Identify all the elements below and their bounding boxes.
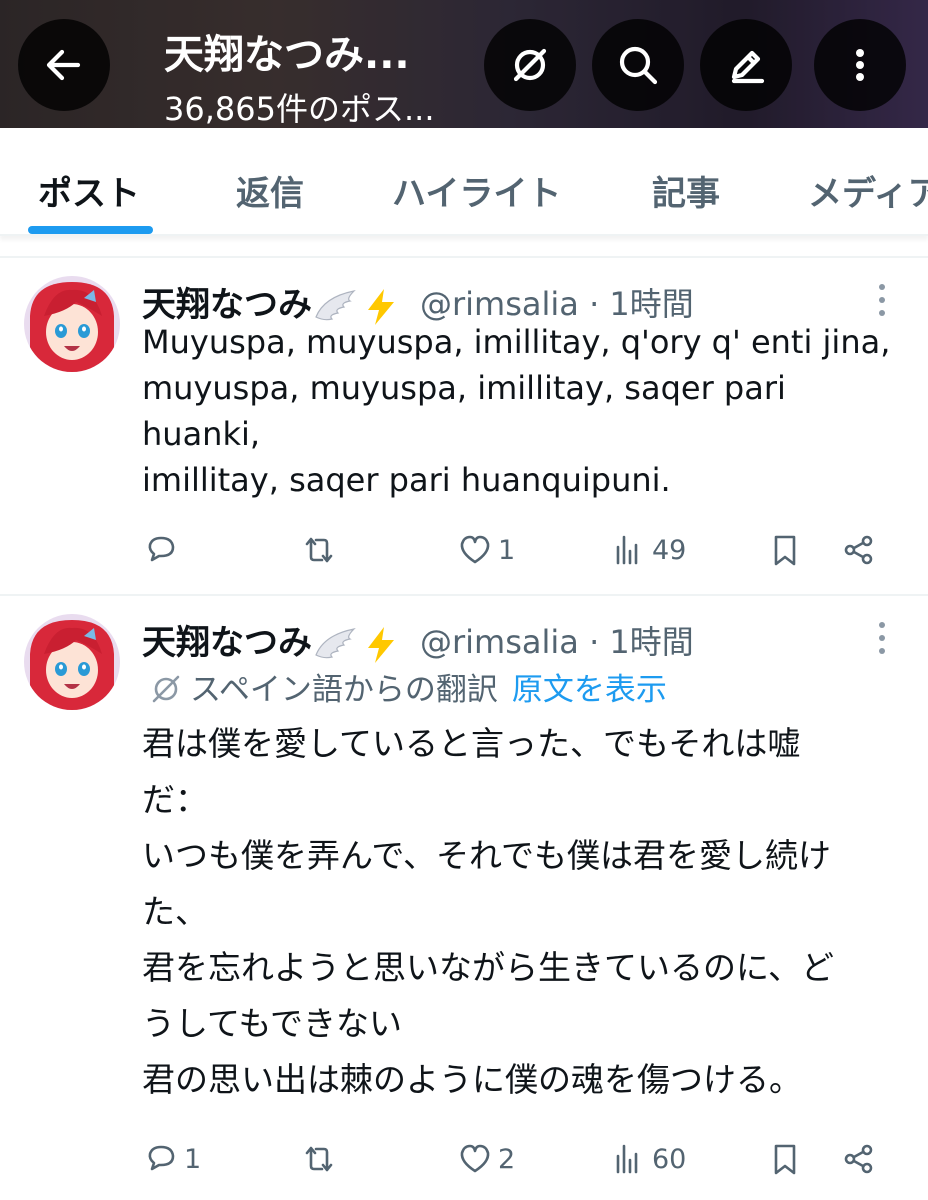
avatar[interactable] (24, 614, 120, 710)
post-text: Muyuspa, muyuspa, imillitay, q'ory q' en… (142, 319, 912, 503)
tab-highlights[interactable]: ハイライト (392, 166, 561, 215)
lightning-icon (368, 626, 394, 663)
profile-title: 天翔なつみ... (164, 32, 410, 78)
tab-posts[interactable]: ポスト (38, 166, 140, 215)
divider (0, 256, 928, 258)
search-icon (619, 46, 658, 85)
tab-articles[interactable]: 記事 (652, 166, 720, 215)
views-icon (616, 1144, 638, 1174)
post-text-line: いつも僕を弄んで、それでも僕は君を愛し続け (142, 836, 832, 875)
translation-notice: スペイン語からの翻訳 原文を表示 (150, 664, 667, 709)
grok-button[interactable] (484, 19, 576, 111)
like-count: 1 (498, 534, 516, 566)
views-icon (616, 535, 638, 565)
bookmark-icon (774, 535, 796, 566)
reply-button[interactable] (144, 530, 184, 570)
more-vertical-icon (856, 49, 864, 81)
pen-icon (731, 50, 765, 84)
post-text-line: 君を忘れようと思いながら生きているのに、ど (142, 948, 835, 987)
post-count: 36,865件のポス... (164, 90, 435, 128)
share-button[interactable] (842, 1139, 876, 1179)
post-text-line: だ： (142, 780, 208, 819)
edit-button[interactable] (700, 19, 792, 111)
handle-timestamp[interactable]: @rimsalia · 1時間 (420, 617, 694, 663)
repost-button[interactable] (302, 1139, 342, 1179)
share-button[interactable] (842, 530, 876, 570)
post-text-line: た、 (142, 892, 208, 931)
share-icon (844, 1144, 873, 1174)
post-text-line: 君は僕を愛していると言った、でもそれは嘘 (142, 724, 801, 763)
like-count: 2 (498, 1143, 516, 1175)
wing-icon (315, 627, 356, 658)
like-button[interactable]: 2 (458, 1139, 515, 1179)
active-tab-indicator (28, 226, 153, 234)
divider (0, 594, 928, 596)
repost-button[interactable] (302, 530, 342, 570)
post-more-icon[interactable] (870, 280, 894, 320)
grok-icon (513, 48, 547, 82)
views-button[interactable]: 60 (612, 1139, 686, 1179)
post-text-line: Muyuspa, muyuspa, imillitay, q'ory q' en… (142, 323, 891, 361)
back-button[interactable] (18, 19, 110, 111)
bookmark-button[interactable] (768, 530, 802, 570)
view-count: 60 (652, 1143, 687, 1175)
bookmark-icon (774, 1144, 796, 1175)
back-arrow-icon (46, 49, 81, 81)
translation-label: スペイン語からの翻訳 (190, 672, 498, 708)
search-button[interactable] (592, 19, 684, 111)
view-count: 49 (652, 534, 687, 566)
post-text-line: huanki, (142, 415, 261, 453)
translate-icon (152, 675, 180, 703)
repost-icon (305, 1146, 333, 1172)
reply-count: 1 (184, 1143, 202, 1175)
heart-icon (460, 1144, 490, 1173)
heart-icon (460, 535, 490, 564)
like-button[interactable]: 1 (458, 530, 515, 570)
post-text: 君は僕を愛していると言った、でもそれは嘘 だ： いつも僕を弄んで、それでも僕は君… (142, 716, 912, 1108)
post-text-line: 君の思い出は棘のように僕の魂を傷つける。 (142, 1060, 802, 1099)
profile-tabs: ポスト 返信 ハイライト 記事 メディア (0, 128, 928, 236)
tab-media[interactable]: メディア (808, 166, 928, 215)
post-text-line: muyuspa, muyuspa, imillitay, saqer pari (142, 369, 786, 407)
share-icon (844, 535, 873, 565)
avatar[interactable] (24, 276, 120, 372)
post-text-line: うしてもできない (142, 1004, 403, 1043)
post-more-icon[interactable] (870, 618, 894, 658)
views-button[interactable]: 49 (612, 530, 686, 570)
reply-button[interactable]: 1 (144, 1139, 201, 1179)
bookmark-button[interactable] (768, 1139, 802, 1179)
repost-icon (305, 537, 333, 563)
profile-header: 天翔なつみ... 36,865件のポス... (0, 0, 928, 128)
reply-icon (148, 1145, 175, 1171)
show-original-link[interactable]: 原文を表示 (512, 672, 667, 708)
reply-icon (148, 536, 175, 562)
post-text-line: imillitay, saqer pari huanquipuni. (142, 461, 671, 499)
tab-replies[interactable]: 返信 (236, 166, 304, 215)
more-button[interactable] (814, 19, 906, 111)
author-name[interactable]: 天翔なつみ (142, 623, 312, 663)
